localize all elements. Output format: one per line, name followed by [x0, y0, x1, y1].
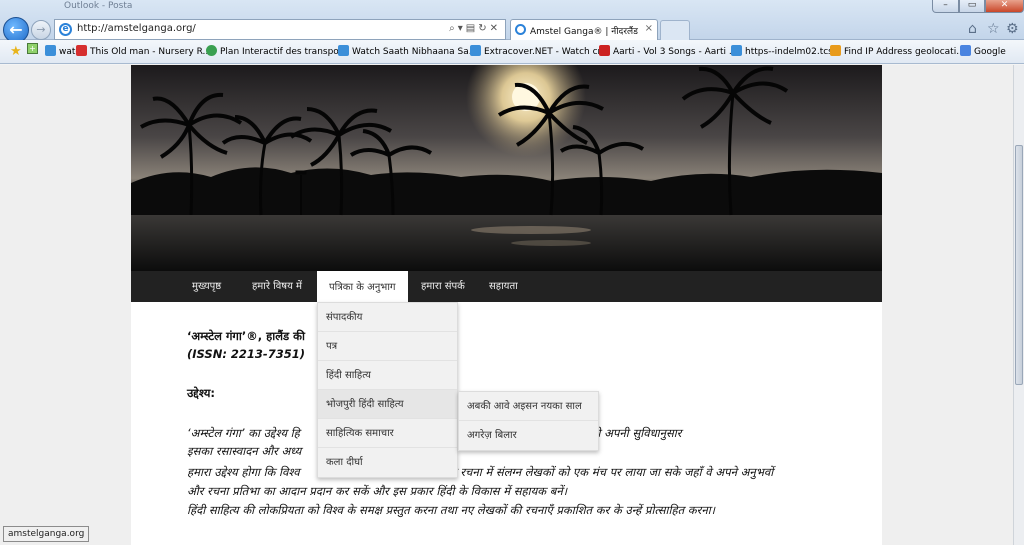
compat-view-icon[interactable]: ▤: [466, 23, 478, 34]
nav-item-home[interactable]: मुख्यपृष्ठ: [192, 271, 221, 302]
search-icon[interactable]: ⌕: [449, 23, 458, 34]
submenu-item-angrez-bilar[interactable]: अगरेज़ बिलार: [459, 421, 598, 450]
favorite-link-saath[interactable]: Watch Saath Nibhaana Sa...: [338, 45, 477, 57]
dropdown-item-bhojpuri-literature[interactable]: भोजपुरी हिंदी साहित्य: [318, 390, 457, 419]
favorites-star-icon[interactable]: ☆: [987, 21, 1000, 37]
favorite-link-extracover[interactable]: Extracover.NET - Watch cr...: [470, 45, 609, 57]
nav-item-sections[interactable]: पत्रिका के अनुभाग: [317, 271, 408, 302]
site-icon: [830, 45, 841, 56]
site-icon: [599, 45, 610, 56]
aim-paragraph-5: हिंदी साहित्य की लोकप्रियता को विश्व के …: [187, 503, 716, 517]
status-url: amstelganga.org: [3, 526, 90, 542]
ie-page-icon: [470, 45, 481, 56]
favorite-link-google[interactable]: Google: [960, 45, 1006, 57]
new-tab-button[interactable]: [660, 20, 690, 40]
aim-heading: उद्देश्य:: [187, 386, 216, 400]
favorites-icon[interactable]: ★: [10, 44, 22, 59]
home-icon[interactable]: ⌂: [968, 21, 977, 37]
forward-button[interactable]: →: [31, 20, 51, 40]
maximize-button[interactable]: ▭: [959, 0, 985, 13]
aim-paragraph-1a: ‘अम्स्टेल गंगा’ का उद्देश्य हि: [187, 426, 300, 440]
favorites-bar: ★ + watch This Old man - Nursery R... Pl…: [0, 40, 1024, 64]
sections-dropdown: संपादकीय पत्र हिंदी साहित्य भोजपुरी हिंद…: [317, 302, 458, 478]
forward-arrow-icon: →: [36, 23, 46, 36]
dropdown-item-hindi-literature[interactable]: हिंदी साहित्य: [318, 361, 457, 390]
address-url[interactable]: http://amstelganga.org/: [77, 23, 196, 34]
aim-paragraph-4: और रचना प्रतिभा का आदान प्रदान कर सकें औ…: [187, 484, 568, 498]
ie-page-icon: [338, 45, 349, 56]
aim-paragraph-3b: र रचना में संलग्न लेखकों को एक मंच पर ला…: [452, 465, 774, 479]
close-window-button[interactable]: ✕: [985, 0, 1024, 13]
issn-text: (ISSN: 2213-7351): [187, 347, 305, 361]
tools-gear-icon[interactable]: ⚙: [1006, 21, 1019, 37]
submenu-item-new-year[interactable]: अबकी आवे अइसन नयका साल: [459, 392, 598, 421]
bhojpuri-submenu: अबकी आवे अइसन नयका साल अगरेज़ बिलार: [458, 391, 599, 451]
stop-icon[interactable]: ✕: [490, 23, 501, 34]
ie-page-icon: [45, 45, 56, 56]
nav-item-help[interactable]: सहायता: [489, 271, 518, 302]
address-tools[interactable]: ⌕▾▤↻✕: [449, 23, 501, 34]
google-icon: [960, 45, 971, 56]
dropdown-item-editorial[interactable]: संपादकीय: [318, 303, 457, 332]
tab-title: Amstel Ganga® | नीदरलैंड आ...: [530, 27, 640, 37]
favorite-link-indelm[interactable]: https--indelm02.tcs: [731, 45, 833, 57]
tab-favicon-icon: [515, 24, 526, 35]
nav-item-contact[interactable]: हमारा संपर्क: [421, 271, 465, 302]
nav-item-about[interactable]: हमारे विषय में: [252, 271, 302, 302]
scrollbar-thumb[interactable]: [1015, 145, 1023, 385]
youtube-icon: [76, 45, 87, 56]
intro-heading: ‘अम्स्टेल गंगा’®, हालैंड की: [187, 329, 305, 343]
dropdown-item-art-gallery[interactable]: कला दीर्घा: [318, 448, 457, 477]
window-title: Outlook - Posta: [64, 1, 133, 11]
browser-tab[interactable]: Amstel Ganga® | नीदरलैंड आ... ×: [510, 19, 658, 40]
header-banner-image: [131, 65, 882, 271]
add-favorite-icon[interactable]: +: [27, 43, 38, 54]
dropdown-item-letters[interactable]: पत्र: [318, 332, 457, 361]
tab-close-icon[interactable]: ×: [645, 23, 653, 34]
page-scrollbar[interactable]: [1013, 65, 1024, 545]
favorite-link-findip[interactable]: Find IP Address geolocati...: [830, 45, 965, 57]
favorite-link-nursery[interactable]: This Old man - Nursery R...: [76, 45, 211, 57]
back-arrow-icon: ←: [9, 20, 23, 39]
site-icon: [206, 45, 217, 56]
minimize-button[interactable]: –: [932, 0, 959, 13]
ie-page-icon: e: [59, 23, 72, 36]
refresh-icon[interactable]: ↻: [478, 23, 489, 34]
ie-page-icon: [731, 45, 742, 56]
favorite-link-plan[interactable]: Plan Interactif des transpo...: [206, 45, 347, 57]
favorite-link-aarti[interactable]: Aarti - Vol 3 Songs - Aarti ...: [599, 45, 737, 57]
site-nav-bar: मुख्यपृष्ठ हमारे विषय में पत्रिका के अनु…: [131, 271, 882, 302]
aim-paragraph-3a: हमारा उद्देश्य होगा कि विश्व: [187, 465, 300, 479]
address-bar[interactable]: e http://amstelganga.org/ ⌕▾▤↻✕: [54, 19, 506, 40]
browser-toolbar: Outlook - Posta – ▭ ✕ ← → e http://amste…: [0, 0, 1024, 43]
dropdown-item-literary-news[interactable]: साहित्यिक समाचार: [318, 419, 457, 448]
aim-paragraph-2: इसका रसास्वादन और अध्य: [187, 444, 302, 458]
